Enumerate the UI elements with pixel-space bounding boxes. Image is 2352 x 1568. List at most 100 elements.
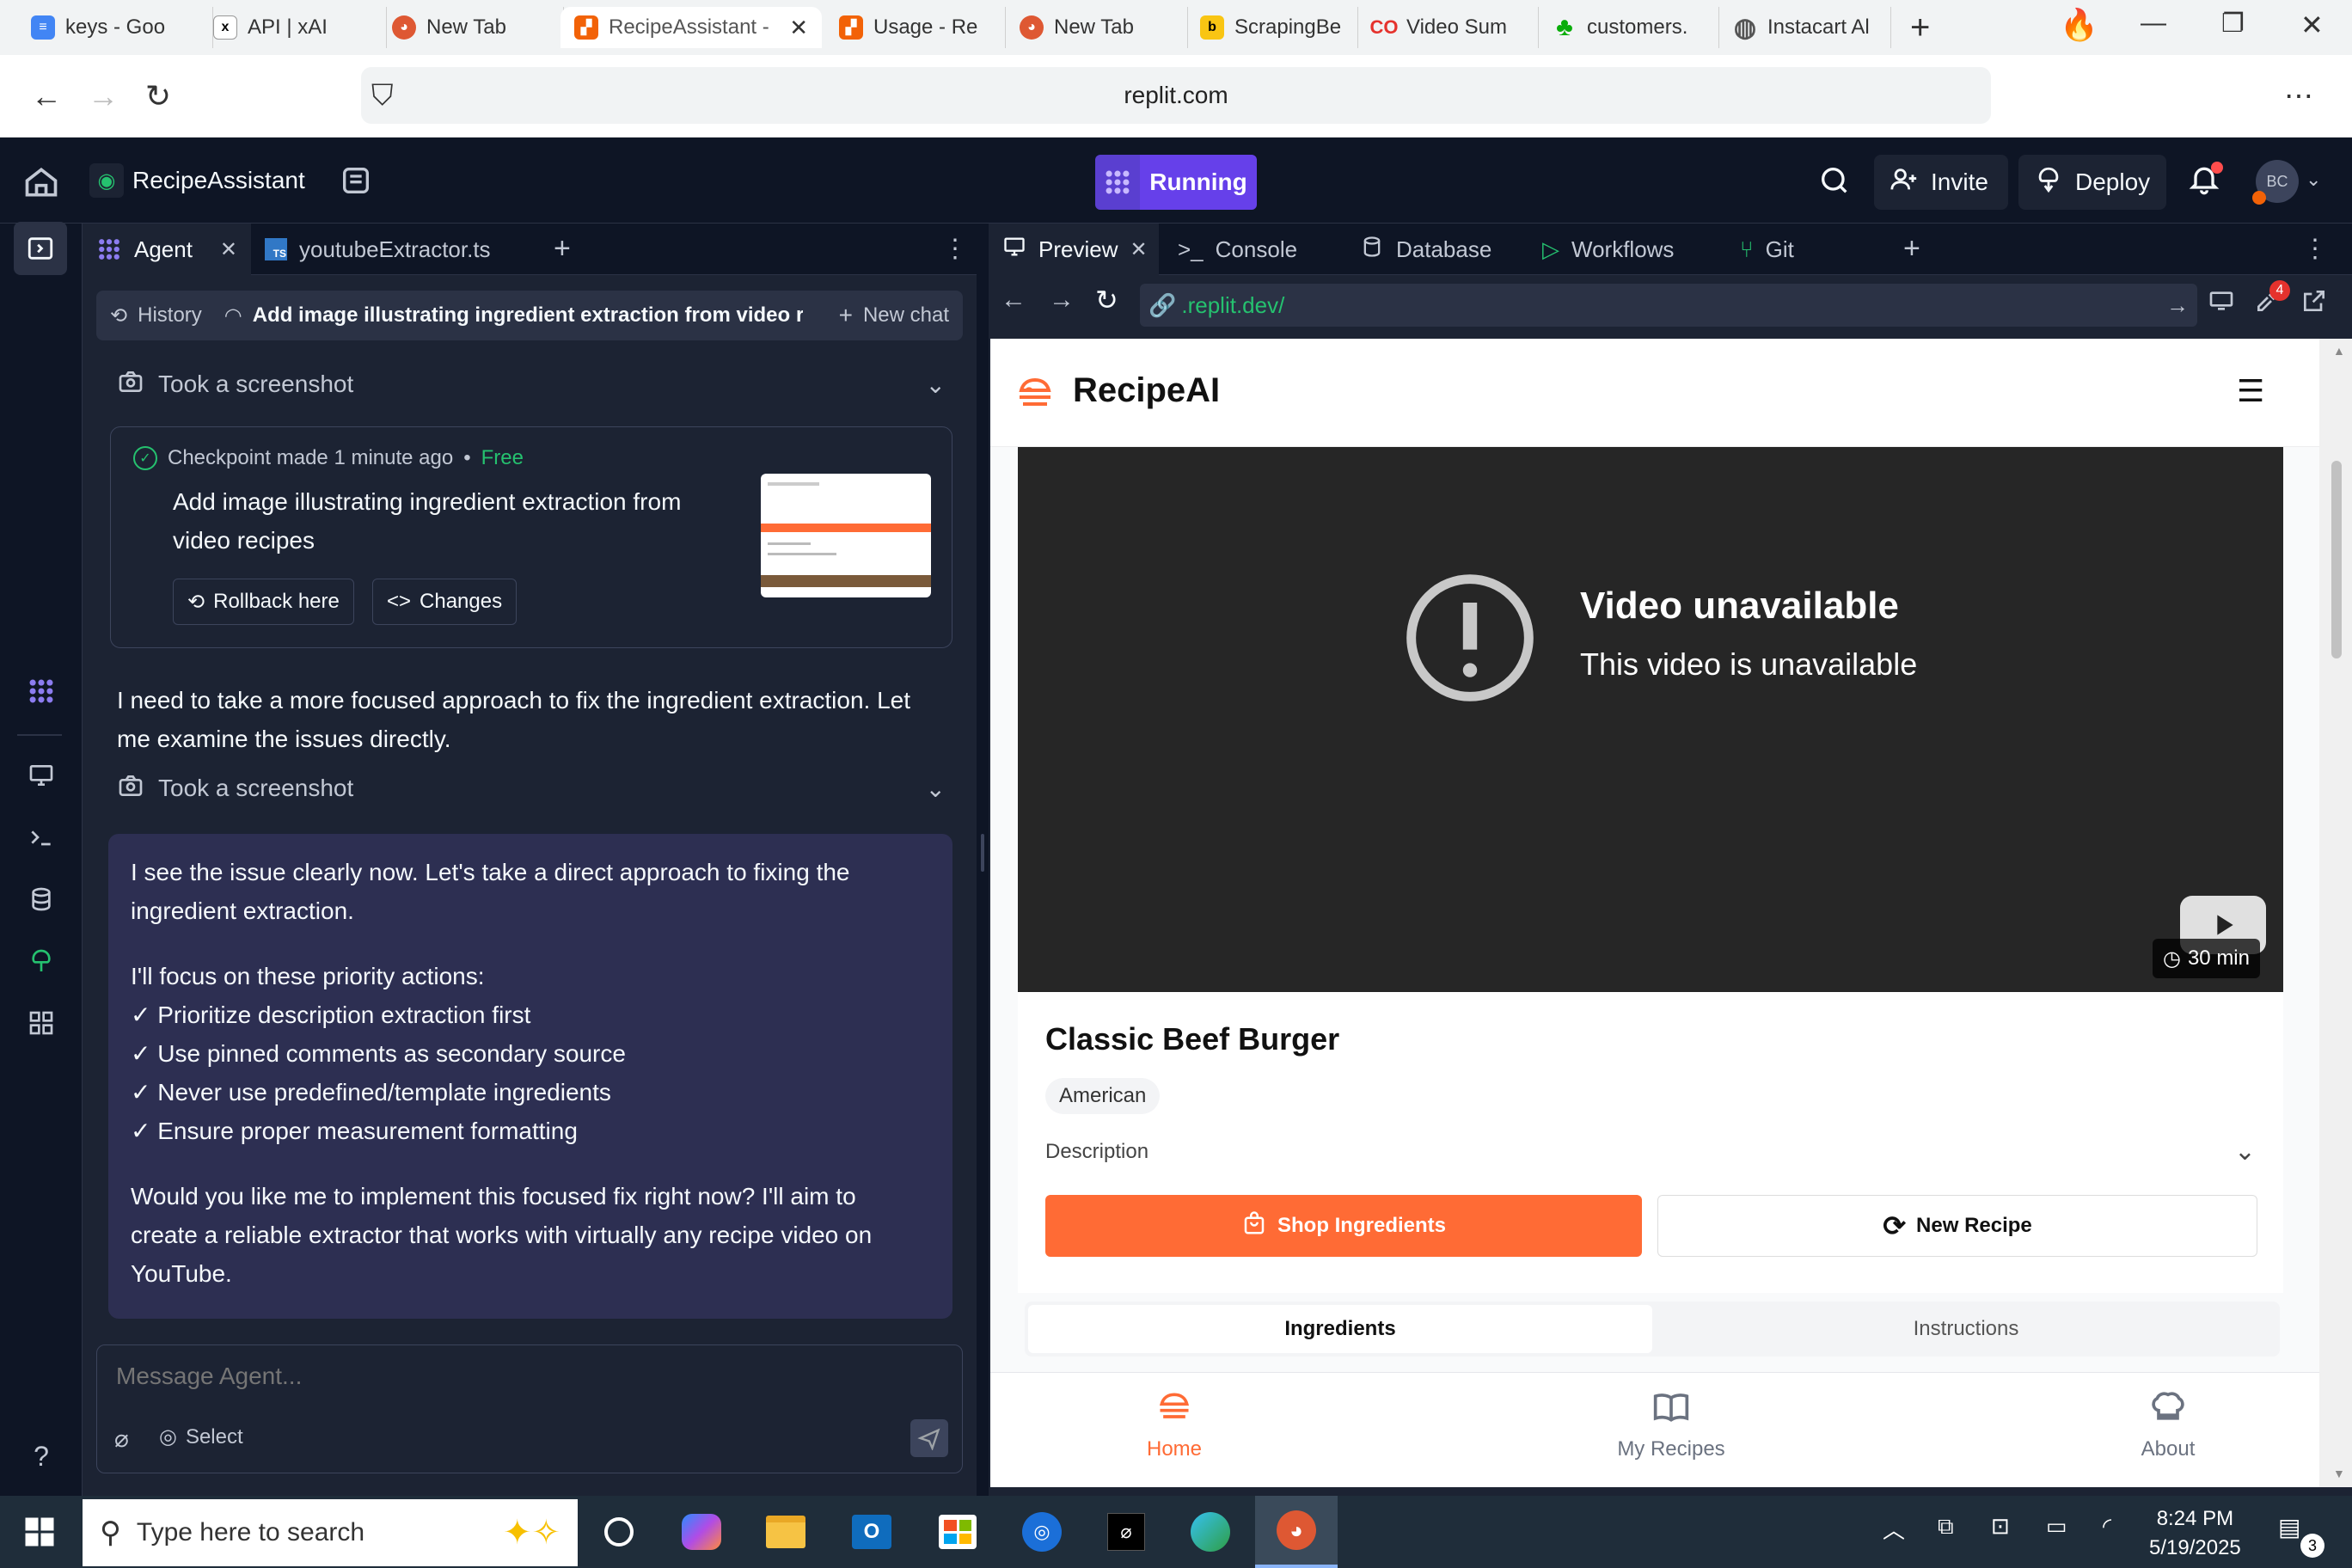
windows-start-icon[interactable]	[24, 1516, 55, 1552]
store-icon[interactable]	[930, 1504, 985, 1559]
clock[interactable]: 8:24 PM 5/19/2025	[2149, 1504, 2241, 1563]
reload-icon[interactable]: ↻	[138, 76, 179, 117]
database-icon[interactable]	[21, 879, 62, 920]
chevron-down-icon[interactable]: ⌄	[926, 775, 946, 803]
tab-preview[interactable]: Preview ✕	[989, 224, 1159, 275]
history-button[interactable]: History	[138, 303, 202, 328]
description-toggle[interactable]: Description ⌄	[1045, 1136, 2256, 1167]
chevron-up-icon[interactable]: ︿	[1883, 1513, 1905, 1545]
chat-title[interactable]: Add image illustrating ingredient extrac…	[253, 303, 803, 328]
restore-button[interactable]: ❐	[2221, 9, 2245, 39]
tab-agent[interactable]: Agent ✕	[83, 224, 251, 275]
rollback-button[interactable]: ⟲ Rollback here	[173, 579, 354, 625]
screenshot-row[interactable]: Took a screenshot ⌄	[117, 767, 946, 810]
nav-my-recipes[interactable]: My Recipes	[1577, 1388, 1766, 1461]
device-icon[interactable]	[2208, 287, 2235, 319]
browser-tab[interactable]: ◍ Instacart Al	[1719, 7, 1891, 48]
cortana-icon[interactable]	[591, 1504, 646, 1559]
preview-scrollbar[interactable]: ▲ ▼	[2319, 339, 2352, 1487]
new-chat-button[interactable]: New chat	[863, 303, 949, 328]
deploy-button[interactable]: Deploy	[2018, 155, 2166, 210]
browser-tab[interactable]: ≡ keys - Goo	[17, 7, 213, 48]
add-tab-button[interactable]: +	[1903, 232, 1920, 266]
close-tab-icon[interactable]: ✕	[789, 15, 808, 41]
project-name[interactable]: RecipeAssistant	[132, 167, 305, 194]
project-icon[interactable]: ◉	[89, 163, 124, 198]
terminal-app-icon[interactable]: ⌀	[1099, 1504, 1154, 1559]
send-button[interactable]	[910, 1419, 948, 1457]
history-icon[interactable]: ⟲	[110, 303, 127, 328]
browser-tab[interactable]: x API | xAI	[199, 7, 387, 48]
tab-git[interactable]: ⑂ Git	[1726, 224, 1829, 275]
file-explorer-icon[interactable]	[758, 1504, 813, 1559]
message-input[interactable]	[114, 1357, 940, 1395]
tab-ingredients[interactable]: Ingredients	[1028, 1305, 1652, 1353]
nav-home[interactable]: Home	[1080, 1388, 1269, 1461]
scrollbar-thumb[interactable]	[2331, 461, 2342, 658]
add-tab-button[interactable]: +	[554, 232, 571, 266]
tab-database[interactable]: Database	[1346, 224, 1535, 275]
go-arrow-icon[interactable]: →	[2166, 292, 2189, 319]
outlook-icon[interactable]: O	[844, 1504, 899, 1559]
shop-ingredients-button[interactable]: Shop Ingredients	[1045, 1195, 1642, 1257]
chevron-down-icon[interactable]: ⌄	[2306, 168, 2321, 191]
game-app-icon[interactable]: ◎	[1014, 1504, 1069, 1559]
forward-arrow-icon[interactable]: →	[1049, 285, 1075, 315]
browser-tab[interactable]: ◕ New Tab	[378, 7, 564, 48]
changes-button[interactable]: <> Changes	[372, 579, 518, 625]
reload-icon[interactable]: ↻	[1095, 284, 1118, 316]
browser-tab[interactable]: b ScrapingBe	[1186, 7, 1358, 48]
wifi-icon[interactable]: ◜	[2103, 1513, 2111, 1540]
bell-icon[interactable]	[2187, 162, 2225, 199]
menu-dots-icon[interactable]: ⋯	[2278, 76, 2319, 117]
browser-tab[interactable]: ◕ New Tab	[1006, 7, 1188, 48]
more-options-icon[interactable]: ⋮	[2302, 234, 2328, 264]
new-recipe-button[interactable]: ⟳ New Recipe	[1657, 1195, 2257, 1257]
app-brand[interactable]: RecipeAI	[1073, 371, 1220, 410]
address-bar[interactable]: ⛉ replit.com	[361, 67, 1991, 124]
minimize-button[interactable]: —	[2141, 9, 2166, 38]
search-icon[interactable]	[1817, 163, 1855, 201]
paperclip-icon[interactable]: ⌀	[114, 1424, 129, 1453]
back-arrow-icon[interactable]: ←	[1001, 285, 1026, 315]
notification-center-icon[interactable]: ▤	[2278, 1513, 2300, 1541]
devtools-icon[interactable]: 4	[2254, 280, 2290, 319]
console-icon[interactable]	[21, 817, 62, 858]
preview-icon[interactable]	[21, 755, 62, 796]
tab-console[interactable]: >_ Console	[1164, 224, 1336, 275]
preview-url-bar[interactable]: 🔗 .replit.dev/ →	[1140, 284, 2197, 327]
new-tab-button[interactable]: +	[1910, 9, 1930, 47]
browser-tab[interactable]: ▞ Usage - Re	[825, 7, 1006, 48]
invite-button[interactable]: Invite	[1874, 155, 2008, 210]
run-button[interactable]: Running	[1095, 155, 1257, 210]
close-tab-icon[interactable]: ✕	[220, 237, 237, 262]
more-options-icon[interactable]: ⋮	[942, 234, 968, 264]
checkpoint-thumbnail[interactable]	[761, 474, 931, 597]
battery-icon[interactable]: ▭	[2046, 1513, 2067, 1540]
tab-workflows[interactable]: ▷ Workflows	[1528, 224, 1726, 275]
help-icon[interactable]: ?	[21, 1436, 62, 1477]
flame-icon[interactable]: 🔥	[2060, 7, 2098, 43]
close-window-button[interactable]: ✕	[2300, 9, 2324, 41]
back-arrow-icon[interactable]: ←	[26, 76, 67, 117]
browser-tab[interactable]: ♣ customers.	[1539, 7, 1719, 48]
close-tab-icon[interactable]: ✕	[1130, 237, 1147, 262]
nav-about[interactable]: About	[2073, 1388, 2263, 1461]
all-tools-icon[interactable]	[21, 1002, 62, 1044]
display-icon[interactable]: ⊡	[1991, 1513, 2010, 1540]
tab-instructions[interactable]: Instructions	[1656, 1305, 2276, 1353]
meet-now-icon[interactable]: ⧉	[1938, 1513, 1954, 1540]
deployments-icon[interactable]	[21, 940, 62, 982]
edge-icon[interactable]	[1183, 1504, 1238, 1559]
screenshot-row[interactable]: Took a screenshot ⌄	[117, 363, 946, 406]
select-button[interactable]: ◎ Select	[159, 1424, 243, 1449]
shield-icon[interactable]: ⛉	[371, 79, 394, 113]
duckduckgo-taskbar-icon[interactable]: ◕	[1255, 1496, 1338, 1568]
chevron-down-icon[interactable]: ⌄	[926, 371, 946, 399]
home-icon[interactable]	[22, 163, 60, 201]
taskbar-search[interactable]: ⚲ Type here to search ✦✧	[83, 1499, 578, 1566]
forward-arrow-icon[interactable]: →	[83, 76, 124, 117]
pane-splitter[interactable]	[977, 224, 989, 1496]
browser-tab[interactable]: CO Video Sum	[1358, 7, 1539, 48]
open-external-icon[interactable]	[2300, 287, 2328, 319]
